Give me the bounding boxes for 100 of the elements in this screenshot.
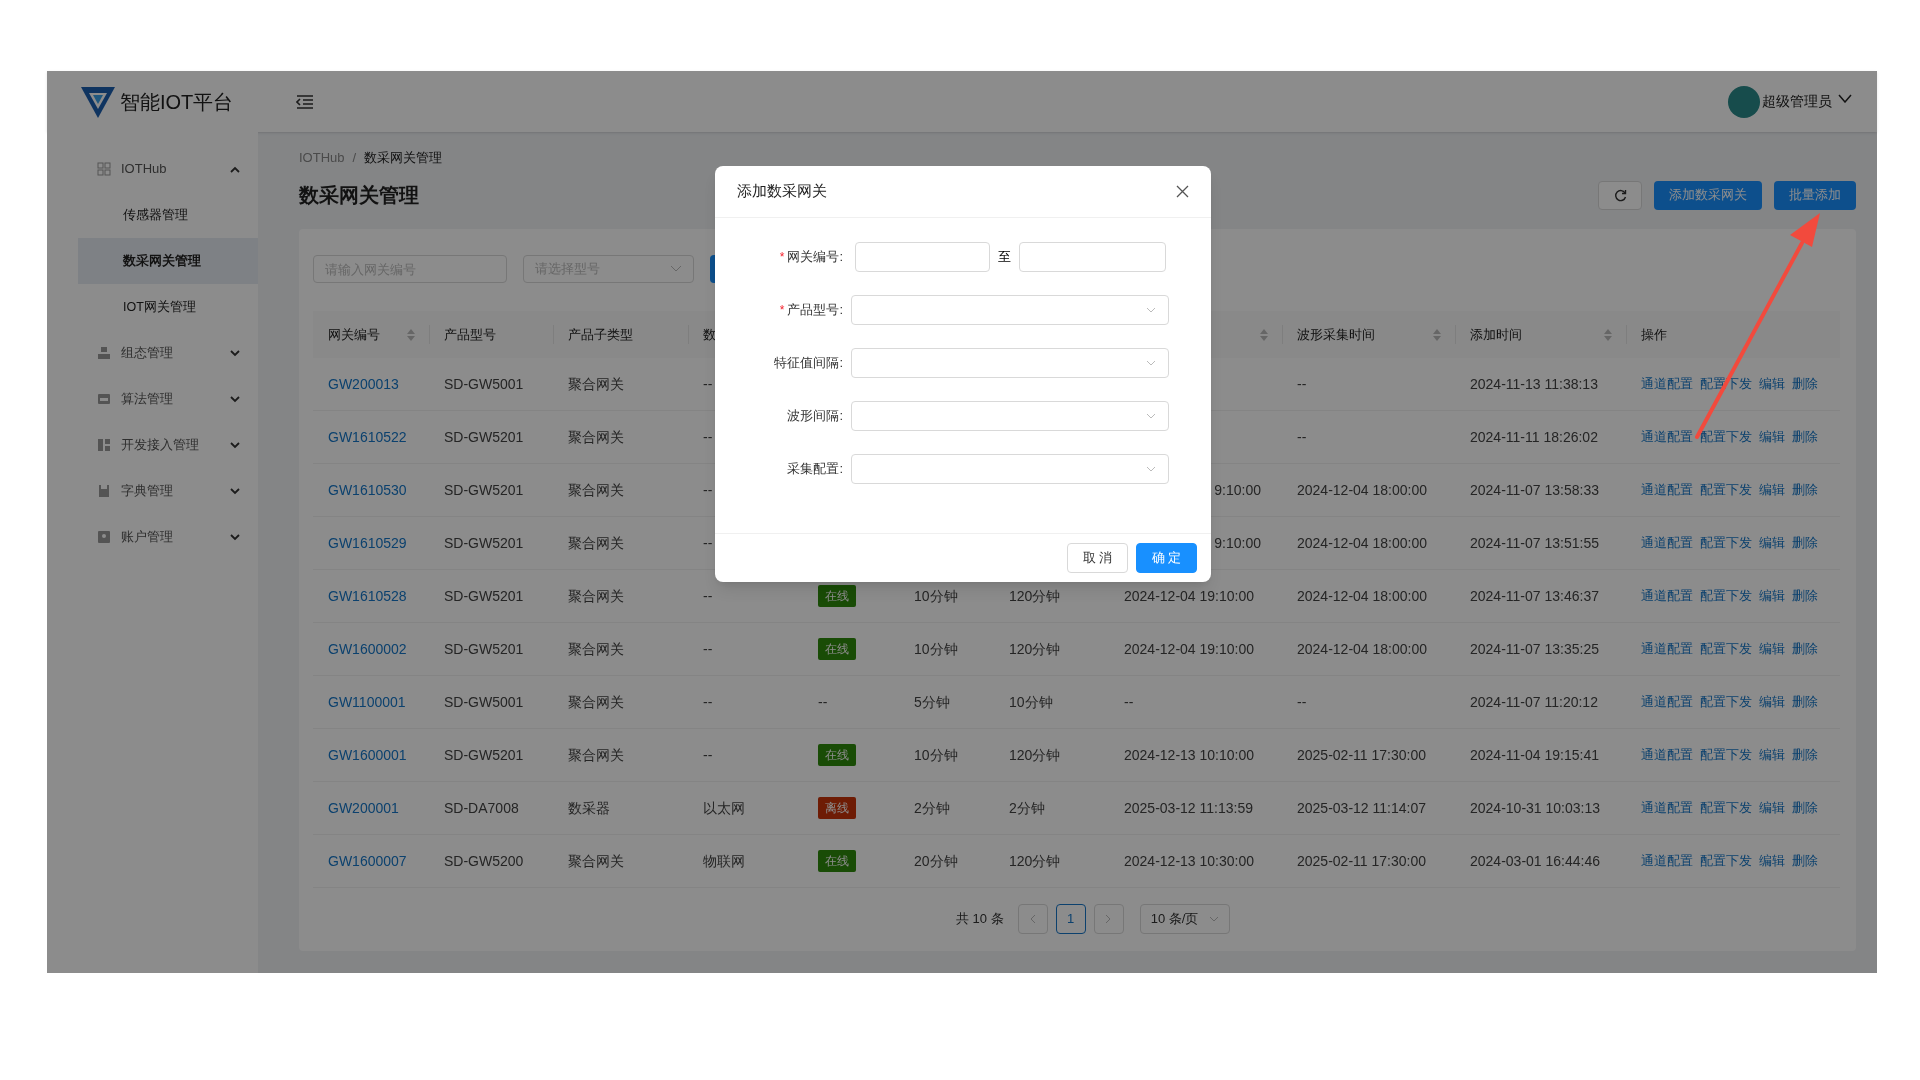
column-header: 操作 [1641, 325, 1667, 344]
action-link[interactable]: 配置下发 [1700, 851, 1752, 871]
range-start-field[interactable] [855, 242, 990, 272]
action-link[interactable]: 通道配置 [1641, 586, 1693, 606]
sort-icon[interactable] [407, 328, 415, 341]
page-title: 数采网关管理 [299, 183, 419, 208]
cancel-button[interactable]: 取 消 [1067, 543, 1128, 573]
action-link[interactable]: 删除 [1792, 639, 1818, 659]
action-link[interactable]: 编辑 [1759, 533, 1785, 553]
action-link[interactable]: 删除 [1792, 798, 1818, 818]
action-link[interactable]: 编辑 [1759, 798, 1785, 818]
confirm-button[interactable]: 确 定 [1136, 543, 1197, 573]
breadcrumb-item[interactable]: IOTHub [299, 148, 345, 168]
toolbar-button[interactable]: 添加数采网关 [1654, 180, 1762, 210]
next-page-button[interactable] [1093, 904, 1124, 934]
action-link[interactable]: 配置下发 [1700, 745, 1752, 765]
action-link[interactable]: 配置下发 [1700, 586, 1752, 606]
table-cell-text: 2分钟 [1009, 798, 1045, 818]
table-cell-text: 2025-02-11 17:30:00 [1297, 745, 1426, 765]
action-link[interactable]: 删除 [1792, 480, 1818, 500]
gateway-link[interactable]: GW1600007 [328, 850, 407, 872]
table-cell-text: -- [703, 533, 713, 553]
action-link[interactable]: 编辑 [1759, 851, 1785, 871]
action-link[interactable]: 编辑 [1759, 374, 1785, 394]
action-link[interactable]: 通道配置 [1641, 692, 1693, 712]
gateway-link[interactable]: GW1600001 [328, 744, 407, 766]
table-cell-text: 5分钟 [914, 692, 950, 712]
table-cell-text: 聚合网关 [568, 745, 624, 765]
action-link[interactable]: 配置下发 [1700, 798, 1752, 818]
sidebar-label: 算法管理 [121, 390, 173, 409]
select-field[interactable] [851, 348, 1169, 378]
action-link[interactable]: 通道配置 [1641, 798, 1693, 818]
field-label: 采集配置: [787, 460, 843, 479]
sort-icon[interactable] [1604, 328, 1612, 341]
gateway-link[interactable]: GW1610529 [328, 532, 407, 554]
action-link[interactable]: 通道配置 [1641, 851, 1693, 871]
action-link[interactable]: 通道配置 [1641, 480, 1693, 500]
gateway-link[interactable]: GW200013 [328, 373, 399, 395]
submenu-item[interactable]: 数采网关管理 [78, 238, 258, 284]
menu-item-icon [97, 346, 111, 360]
action-link[interactable]: 配置下发 [1700, 480, 1752, 500]
sort-icon[interactable] [1433, 328, 1441, 341]
table-cell-text: -- [703, 745, 713, 765]
gateway-link[interactable]: GW1100001 [328, 691, 406, 713]
table-cell-text: -- [703, 374, 713, 394]
action-link[interactable]: 通道配置 [1641, 427, 1693, 447]
gateway-link[interactable]: GW1610530 [328, 479, 407, 501]
table-cell-text: SD-GW5201 [444, 586, 524, 606]
action-link[interactable]: 编辑 [1759, 692, 1785, 712]
chevron-down-icon[interactable] [1838, 94, 1852, 103]
table-cell-text: 2024-11-07 13:58:33 [1470, 480, 1599, 500]
action-link[interactable]: 编辑 [1759, 427, 1785, 447]
user-name[interactable]: 超级管理员 [1762, 91, 1832, 112]
action-link[interactable]: 删除 [1792, 851, 1818, 871]
previous-page-button[interactable] [1017, 904, 1048, 934]
table-cell-text: 120分钟 [1009, 639, 1061, 659]
refresh-button[interactable] [1598, 180, 1642, 210]
action-link[interactable]: 删除 [1792, 374, 1818, 394]
gateway-link[interactable]: GW1610522 [328, 426, 407, 448]
sort-icon[interactable] [1260, 328, 1268, 341]
action-link[interactable]: 配置下发 [1700, 427, 1752, 447]
select-field[interactable] [851, 295, 1169, 325]
action-link[interactable]: 通道配置 [1641, 639, 1693, 659]
action-link[interactable]: 编辑 [1759, 639, 1785, 659]
action-link[interactable]: 编辑 [1759, 480, 1785, 500]
action-link[interactable]: 配置下发 [1700, 692, 1752, 712]
gateway-link[interactable]: GW200001 [328, 797, 399, 819]
table-cell-text: 9:10:00 [1214, 480, 1261, 500]
menu-icon[interactable] [296, 93, 314, 110]
action-link[interactable]: 删除 [1792, 586, 1818, 606]
action-link[interactable]: 配置下发 [1700, 533, 1752, 553]
required-mark: * [779, 249, 785, 266]
avatar[interactable] [1728, 85, 1760, 118]
page-button[interactable]: 1 [1055, 904, 1086, 934]
action-link[interactable]: 通道配置 [1641, 374, 1693, 394]
action-link[interactable]: 删除 [1792, 745, 1818, 765]
select-field[interactable] [851, 454, 1169, 484]
table-cell-text: -- [1297, 427, 1307, 447]
table-cell-text: 聚合网关 [568, 692, 624, 712]
menu-item-icon [97, 438, 111, 452]
table-cell-text: 2024-10-31 10:03:13 [1470, 798, 1600, 818]
status-tag: 在线 [818, 638, 856, 660]
action-link[interactable]: 删除 [1792, 533, 1818, 553]
range-end-field[interactable] [1019, 242, 1166, 272]
action-link[interactable]: 编辑 [1759, 586, 1785, 606]
gateway-link[interactable]: GW1600002 [328, 638, 407, 660]
action-link[interactable]: 通道配置 [1641, 745, 1693, 765]
page-size-select[interactable]: 10 条/页 [1139, 904, 1230, 934]
action-link[interactable]: 编辑 [1759, 745, 1785, 765]
close-icon[interactable] [1176, 185, 1189, 198]
action-link[interactable]: 删除 [1792, 692, 1818, 712]
select-field[interactable] [851, 401, 1169, 431]
action-link[interactable]: 配置下发 [1700, 639, 1752, 659]
gateway-link[interactable]: GW1610528 [328, 585, 407, 607]
action-link[interactable]: 删除 [1792, 427, 1818, 447]
total-count: 共 10 条 [956, 910, 1004, 929]
table-cell-text: 聚合网关 [568, 586, 624, 606]
table-cell-text: 2024-11-07 13:35:25 [1470, 639, 1599, 659]
toolbar-button[interactable]: 批量添加 [1774, 180, 1856, 210]
action-link[interactable]: 通道配置 [1641, 533, 1693, 553]
